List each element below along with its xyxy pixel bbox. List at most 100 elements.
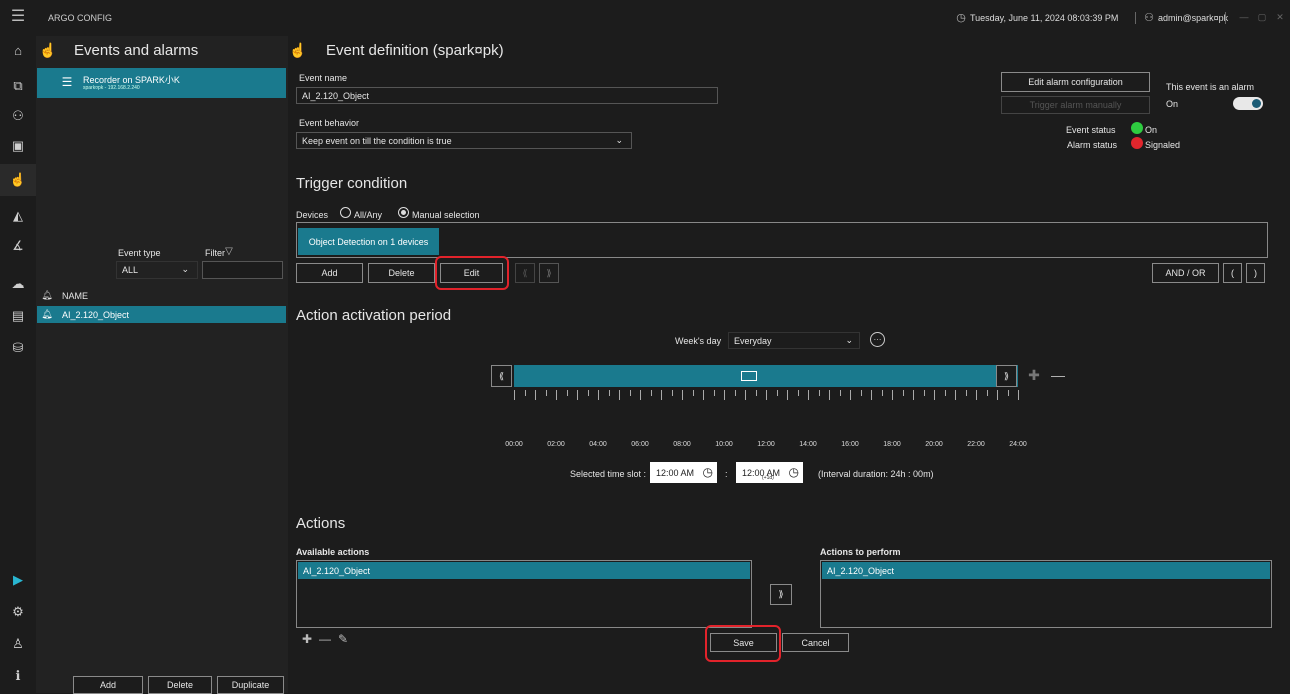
current-datetime: Tuesday, June 11, 2024 08:03:39 PM xyxy=(970,13,1119,23)
camera-icon[interactable]: ◭ xyxy=(6,206,30,226)
devices-label: Devices xyxy=(296,210,329,220)
add-button[interactable]: Add xyxy=(73,676,143,694)
hamburger-menu-icon[interactable]: ☰ xyxy=(8,6,28,26)
timeline-tick xyxy=(818,390,820,396)
users-icon[interactable]: ⚇ xyxy=(6,106,30,126)
close-icon[interactable]: ✕ xyxy=(1274,10,1286,24)
edit-alarm-config-button[interactable]: Edit alarm configuration xyxy=(1001,72,1150,92)
move-left-button[interactable]: ⟪ xyxy=(515,263,535,283)
minimize-icon[interactable]: — xyxy=(1238,10,1250,24)
bell-icon: 🔔︎ xyxy=(41,289,53,300)
slot-label: Selected time slot : xyxy=(570,469,647,479)
timeline-tick xyxy=(713,390,715,396)
range-handle[interactable] xyxy=(741,371,757,381)
storage-icon[interactable]: ⛁ xyxy=(6,338,30,358)
event-type-select[interactable]: ALL ⌄ xyxy=(116,261,198,279)
monitor-icon[interactable]: ▣ xyxy=(6,136,30,156)
bell-icon: 🔔︎ xyxy=(41,308,53,319)
trigger-title: Trigger condition xyxy=(296,175,408,192)
remove-slot-icon[interactable]: — xyxy=(1050,367,1066,383)
clock-icon[interactable]: ◷ xyxy=(789,465,799,479)
timeline-tick xyxy=(871,390,872,400)
condition-delete-button[interactable]: Delete xyxy=(368,263,435,283)
filter-input[interactable] xyxy=(202,261,283,279)
perform-actions-label: Actions to perform xyxy=(820,547,901,557)
current-user[interactable]: admin@spark¤pk xyxy=(1158,13,1228,23)
devices-icon[interactable]: ⧉ xyxy=(6,76,30,96)
alarm-toggle[interactable] xyxy=(1233,97,1263,110)
report-icon[interactable]: ▤ xyxy=(6,306,30,326)
events-icon[interactable]: ☝ xyxy=(6,170,30,190)
move-right-button[interactable]: ⟫ xyxy=(539,263,559,283)
list-item[interactable]: AI_2.120_Object xyxy=(822,562,1270,579)
analytics-icon[interactable]: ∡ xyxy=(6,236,30,256)
radio-all-any-label[interactable]: All/Any xyxy=(354,210,382,220)
event-status-dot xyxy=(1131,122,1143,134)
timeline-tick xyxy=(892,390,893,400)
trigger-alarm-button[interactable]: Trigger alarm manually xyxy=(1001,96,1150,114)
profile-icon[interactable]: ♙ xyxy=(6,634,30,654)
alarm-status-label: Alarm status xyxy=(1067,140,1118,150)
event-name-input[interactable]: AI_2.120_Object xyxy=(296,87,718,104)
radio-all-any[interactable] xyxy=(340,207,351,218)
behavior-select[interactable]: Keep event on till the condition is true… xyxy=(296,132,632,149)
maximize-icon[interactable]: ▢ xyxy=(1256,10,1268,24)
list-item[interactable]: AI_2.120_Object xyxy=(298,562,750,579)
add-action-icon[interactable]: ✚ xyxy=(300,632,314,646)
add-slot-icon[interactable]: ✚ xyxy=(1026,367,1042,383)
radio-manual-label[interactable]: Manual selection xyxy=(412,210,480,220)
event-name-label: Event name xyxy=(299,73,348,83)
event-status-value: On xyxy=(1145,125,1158,135)
open-paren-button[interactable]: ( xyxy=(1223,263,1242,283)
condition-item[interactable]: Object Detection on 1 devices xyxy=(298,228,439,255)
timeline-tick xyxy=(766,390,767,400)
hour-label: 06:00 xyxy=(631,441,649,448)
timeline-tick xyxy=(661,390,662,400)
chevron-down-icon: ⌄ xyxy=(845,335,853,345)
move-to-perform-button[interactable]: ⟫ xyxy=(770,584,792,605)
clock-icon[interactable]: ◷ xyxy=(703,465,713,479)
play-icon[interactable]: ▶ xyxy=(6,570,30,590)
radio-manual[interactable] xyxy=(398,207,409,218)
more-options-icon[interactable]: ⋯ xyxy=(870,332,885,347)
home-icon[interactable]: ⌂ xyxy=(6,40,30,60)
timeline-tick xyxy=(587,390,589,396)
recorder-item[interactable]: ☰ Recorder on SPARK小K spark¤pk - 192.168… xyxy=(37,68,286,98)
condition-list xyxy=(296,222,1268,258)
cancel-button[interactable]: Cancel xyxy=(782,633,849,652)
timeline-tick xyxy=(577,390,578,400)
remove-action-icon[interactable]: — xyxy=(318,632,332,646)
timeline-tick xyxy=(608,390,610,396)
events-panel: ☝ Events and alarms ☰ Recorder on SPARK小… xyxy=(36,36,288,694)
slot-end-note: (+1d) xyxy=(762,475,774,481)
activation-title: Action activation period xyxy=(296,307,452,324)
edit-pencil-icon[interactable]: ✎ xyxy=(336,632,350,646)
server-icon: ☰ xyxy=(61,75,73,89)
event-name: AI_2.120_Object xyxy=(62,310,130,320)
gear-icon[interactable]: ⚙ xyxy=(6,602,30,622)
title-bar: ☰ ARGO CONFIG ◷ Tuesday, June 11, 2024 0… xyxy=(0,0,1290,36)
timeline-left-button[interactable]: ⟪ xyxy=(491,365,512,387)
time-range-bar[interactable] xyxy=(514,365,1018,387)
slot-end-field[interactable]: 12:00 AM (+1d) ◷ xyxy=(736,462,803,483)
hour-label: 20:00 xyxy=(925,441,943,448)
timeline-right-button[interactable]: ⟫ xyxy=(996,365,1017,387)
cloud-icon[interactable]: ☁ xyxy=(6,274,30,294)
duplicate-button[interactable]: Duplicate xyxy=(217,676,284,694)
recorder-sub: spark¤pk - 192.168.2.240 xyxy=(83,85,140,91)
timeline-tick xyxy=(1007,390,1009,396)
and-or-button[interactable]: AND / OR xyxy=(1152,263,1219,283)
condition-add-button[interactable]: Add xyxy=(296,263,363,283)
delete-button[interactable]: Delete xyxy=(148,676,212,694)
filter-label: Filter xyxy=(205,248,225,258)
timeline-tick xyxy=(629,390,631,396)
available-actions-list: AI_2.120_Object xyxy=(296,560,752,628)
weekday-value: Everyday xyxy=(734,335,772,346)
slot-start-field[interactable]: 12:00 AM ◷ xyxy=(650,462,717,483)
info-icon[interactable]: ℹ xyxy=(6,666,30,686)
weekday-select[interactable]: Everyday ⌄ xyxy=(728,332,860,349)
timeline-tick xyxy=(787,390,788,400)
list-item[interactable]: 🔔︎ AI_2.120_Object xyxy=(37,306,286,323)
timeline-ticks xyxy=(514,390,1019,400)
close-paren-button[interactable]: ) xyxy=(1246,263,1265,283)
